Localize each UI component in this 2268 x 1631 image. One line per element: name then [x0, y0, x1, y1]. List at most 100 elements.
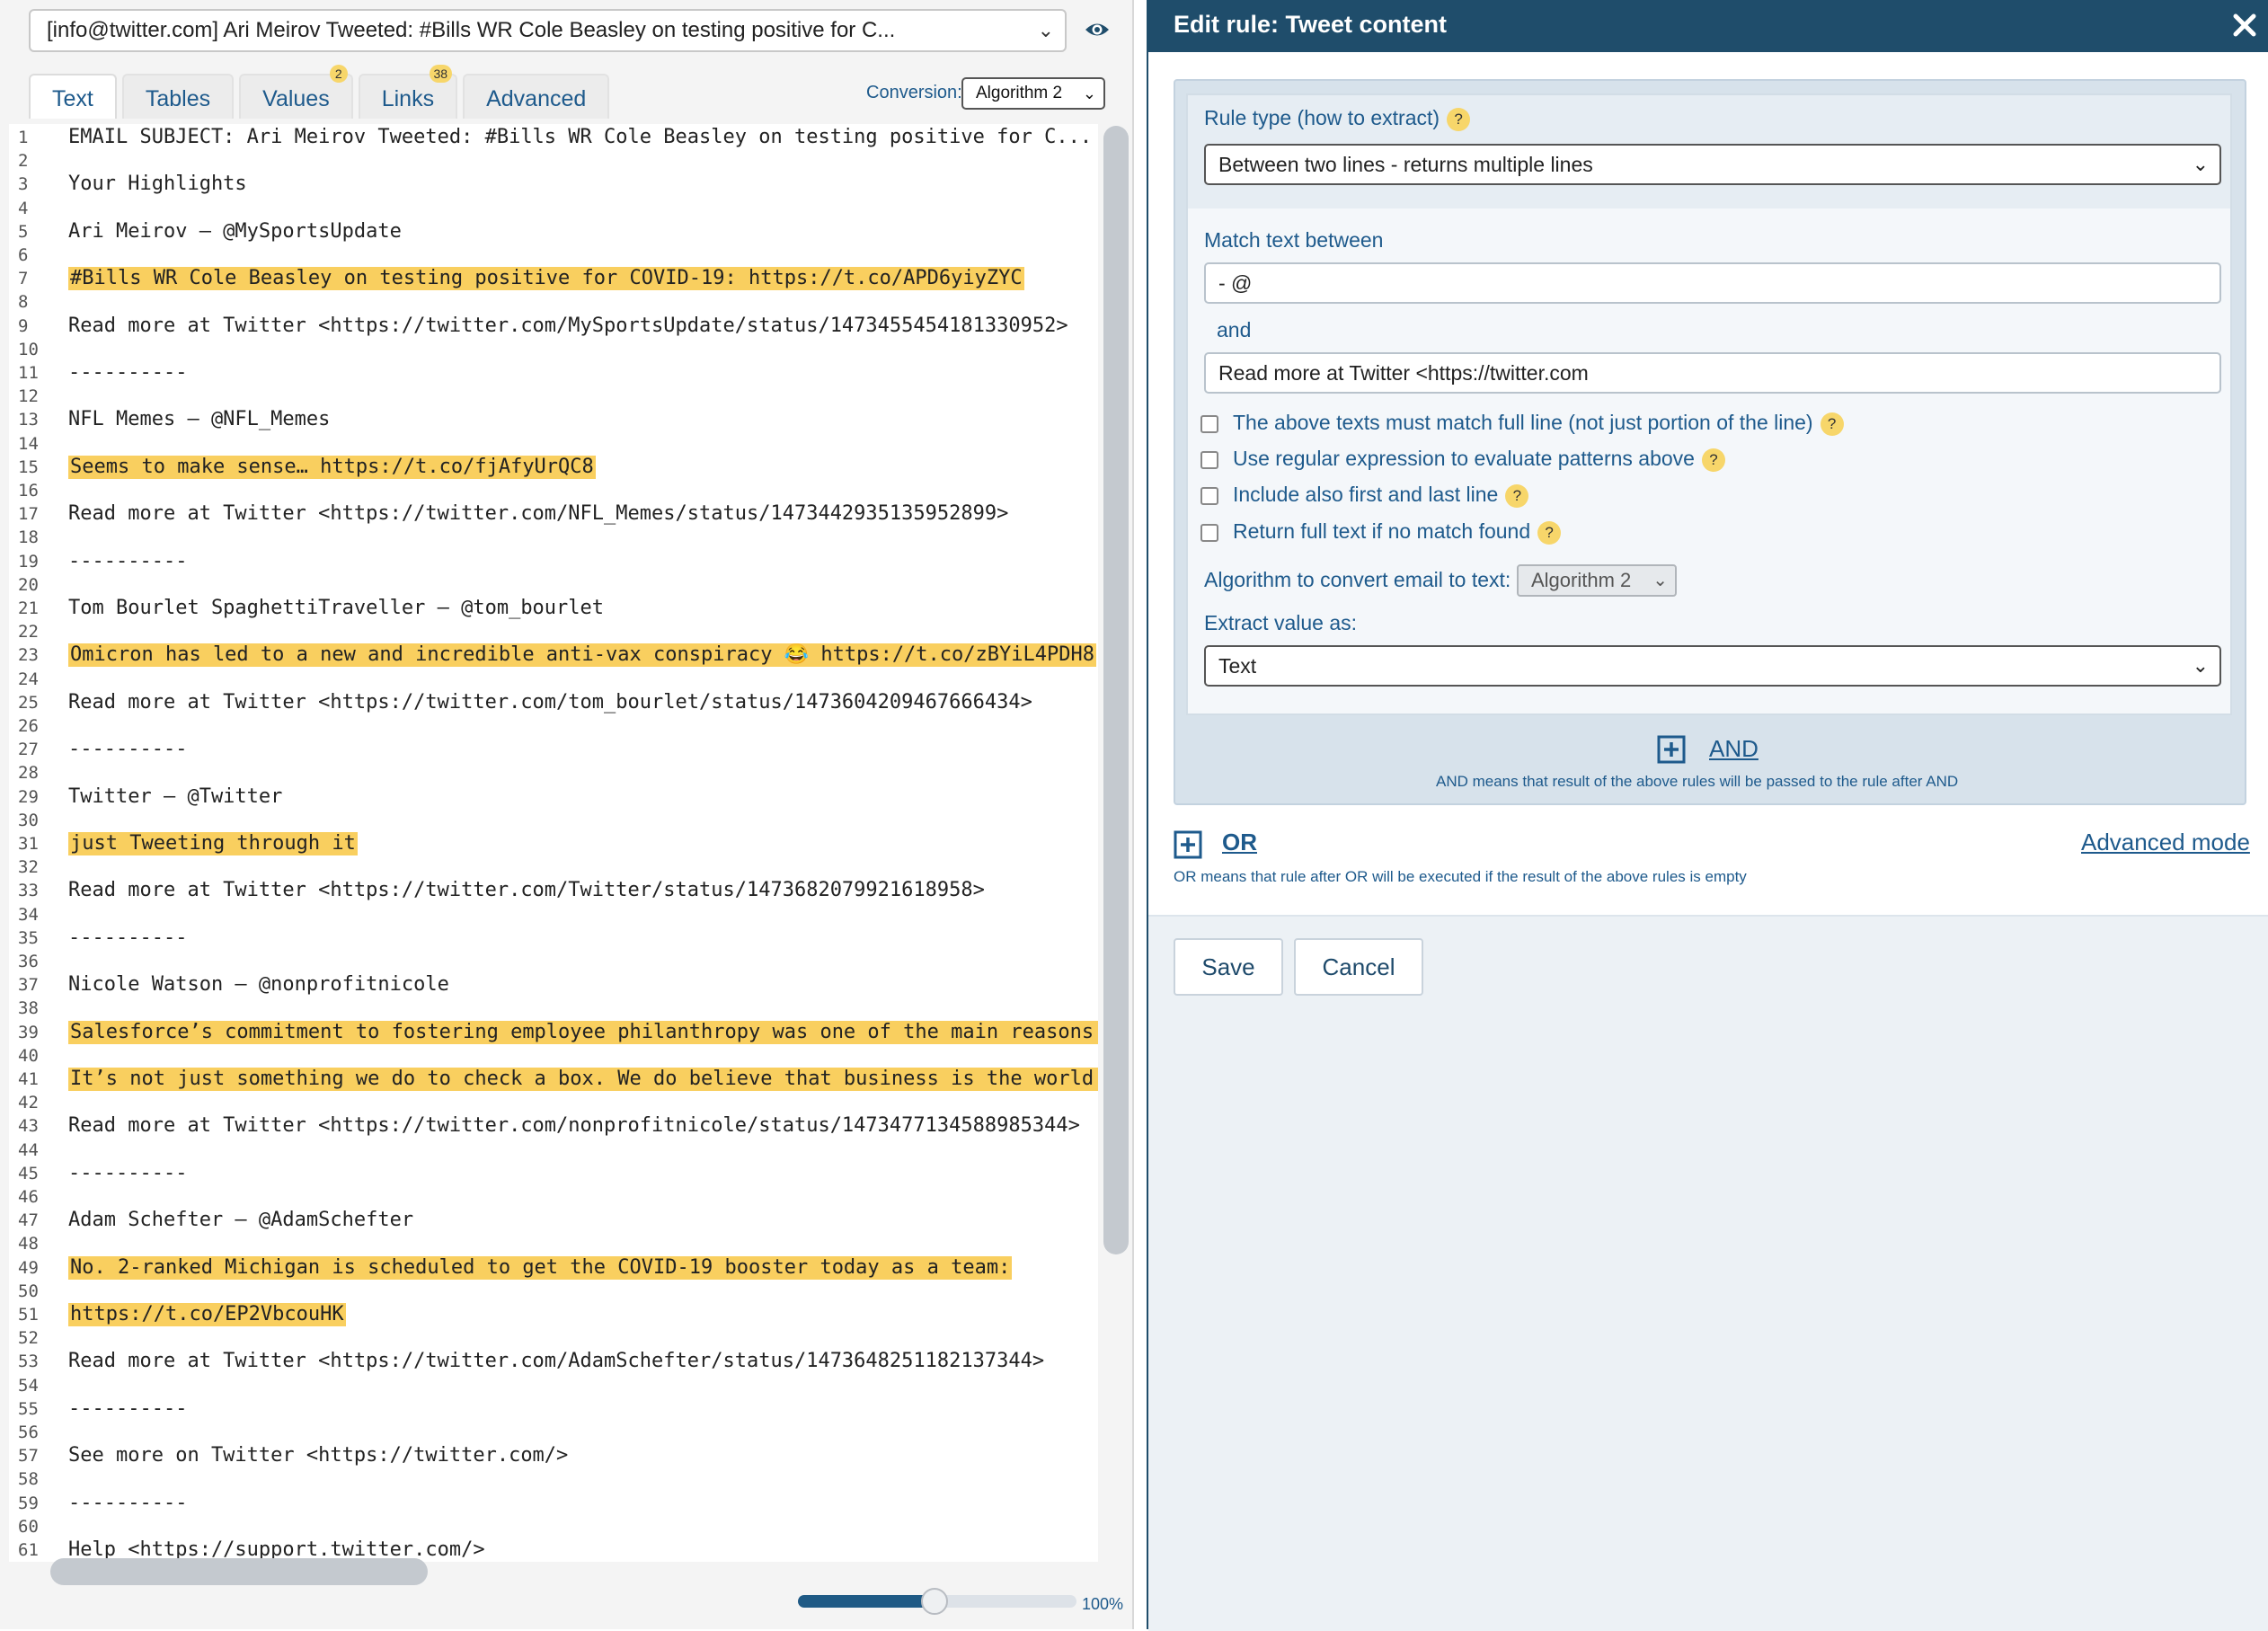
- conversion-select[interactable]: Algorithm 2 ⌄: [961, 77, 1105, 110]
- line-text: ----------: [68, 738, 188, 761]
- tab-label: Links: [381, 86, 435, 111]
- conversion-label: Conversion:: [866, 83, 962, 102]
- match-end-input[interactable]: Read more at Twitter <https://twitter.co…: [1204, 352, 2221, 394]
- zoom-slider-handle[interactable]: [921, 1588, 948, 1615]
- checkbox-label: The above texts must match full line (no…: [1233, 411, 1813, 434]
- line-number: 58: [18, 1469, 39, 1490]
- vertical-scroll-thumb[interactable]: [1103, 126, 1129, 1254]
- line-number: 41: [18, 1069, 39, 1089]
- tab-label: Advanced: [486, 86, 587, 111]
- line-number: 14: [18, 433, 39, 454]
- line-text: NFL Memes – @NFL_Memes: [68, 408, 331, 431]
- line-text: See more on Twitter <https://twitter.com…: [68, 1444, 569, 1467]
- line-text: Read more at Twitter <https://twitter.co…: [68, 314, 1068, 337]
- line-text: Read more at Twitter <https://twitter.co…: [68, 690, 1032, 714]
- line-number: 1: [18, 128, 29, 147]
- add-and-icon[interactable]: [1657, 735, 1686, 764]
- tab-tables[interactable]: Tables: [121, 74, 235, 119]
- tab-links[interactable]: Links 38: [358, 65, 458, 119]
- rule-type-select[interactable]: Between two lines - returns multiple lin…: [1204, 144, 2221, 185]
- line-number: 45: [18, 1163, 39, 1183]
- help-icon[interactable]: ?: [1505, 483, 1529, 508]
- horizontal-scroll-thumb[interactable]: [50, 1558, 428, 1585]
- tab-label: Text: [52, 86, 93, 111]
- checkbox-return-full-text[interactable]: Return full text if no match found?: [1200, 518, 1562, 545]
- tab-text[interactable]: Text: [29, 74, 117, 119]
- highlighted-line-text: It’s not just something we do to check a…: [68, 1068, 1098, 1091]
- help-icon[interactable]: ?: [1447, 107, 1471, 131]
- line-number: 12: [18, 386, 39, 407]
- help-icon[interactable]: ?: [1701, 448, 1725, 472]
- match-start-input[interactable]: - @: [1204, 262, 2221, 304]
- add-and-link[interactable]: AND: [1709, 735, 1759, 763]
- line-number: 39: [18, 1022, 39, 1042]
- conversion-select-value: Algorithm 2: [976, 84, 1063, 102]
- chevron-down-icon: ⌄: [1037, 19, 1054, 41]
- extract-select[interactable]: Text ⌄: [1204, 645, 2221, 687]
- line-text: Read more at Twitter <https://twitter.co…: [68, 502, 1009, 526]
- checkbox-label: Use regular expression to evaluate patte…: [1233, 447, 1695, 470]
- line-number: 13: [18, 410, 39, 430]
- line-number: 36: [18, 952, 39, 971]
- line-text: Read more at Twitter <https://twitter.co…: [68, 1350, 1045, 1373]
- match-label: Match text between: [1204, 228, 1384, 252]
- line-number: 31: [18, 834, 39, 854]
- line-text: Nicole Watson – @nonprofitnicole: [68, 973, 449, 997]
- edit-rule-panel: Edit rule: Tweet content Rule type (how …: [1147, 0, 2268, 1631]
- cancel-button[interactable]: Cancel: [1294, 938, 1423, 996]
- line-number: 23: [18, 645, 39, 666]
- rule-type-label: Rule type (how to extract)?: [1204, 106, 1471, 131]
- save-button[interactable]: Save: [1174, 938, 1283, 996]
- help-icon[interactable]: ?: [1537, 520, 1562, 545]
- match-start-value: - @: [1218, 271, 1253, 295]
- highlighted-line-text: just Tweeting through it: [68, 832, 358, 855]
- zoom-slider-fill: [798, 1595, 938, 1608]
- checkbox[interactable]: [1200, 523, 1218, 542]
- line-number: 21: [18, 598, 39, 618]
- checkbox-regex[interactable]: Use regular expression to evaluate patte…: [1200, 445, 1725, 472]
- advanced-mode-link[interactable]: Advanced mode: [2081, 829, 2250, 856]
- count-badge: 2: [329, 65, 348, 83]
- checkbox-include-first-last[interactable]: Include also first and last line?: [1200, 481, 1529, 508]
- checkbox[interactable]: [1200, 486, 1218, 505]
- algorithm-select[interactable]: Algorithm 2 ⌄: [1517, 564, 1677, 597]
- help-icon[interactable]: ?: [1820, 412, 1844, 436]
- checkbox[interactable]: [1200, 414, 1218, 433]
- tab-advanced[interactable]: Advanced: [463, 74, 610, 119]
- add-or-icon[interactable]: [1174, 830, 1202, 859]
- line-number: 28: [18, 763, 39, 784]
- line-number: 27: [18, 740, 39, 760]
- and-label: and: [1217, 318, 1252, 341]
- line-number: 30: [18, 810, 39, 830]
- chevron-down-icon: ⌄: [1652, 571, 1668, 590]
- line-number: 16: [18, 481, 39, 501]
- line-text: ----------: [68, 361, 188, 384]
- highlighted-line-text: Omicron has led to a new and incredible …: [68, 643, 1096, 668]
- close-icon[interactable]: [2230, 11, 2259, 40]
- line-number: 42: [18, 1093, 39, 1113]
- email-select[interactable]: [info@twitter.com] Ari Meirov Tweeted: #…: [29, 9, 1067, 52]
- line-text: ----------: [68, 1161, 188, 1184]
- add-or-link[interactable]: OR: [1222, 829, 1257, 856]
- checkbox-full-line[interactable]: The above texts must match full line (no…: [1200, 409, 1844, 436]
- line-number: 47: [18, 1210, 39, 1231]
- email-text-view: 1 EMAIL SUBJECT: Ari Meirov Tweeted: #Bil…: [9, 124, 1098, 1562]
- eye-icon[interactable]: [1084, 16, 1111, 43]
- line-number: 34: [18, 904, 39, 925]
- line-number: 2: [18, 151, 29, 172]
- line-number: 32: [18, 857, 39, 878]
- highlighted-line-text: #Bills WR Cole Beasley on testing positi…: [68, 267, 1024, 291]
- line-number: 15: [18, 457, 39, 477]
- algorithm-value: Algorithm 2: [1531, 569, 1632, 591]
- panel-header: Edit rule: Tweet content: [1148, 0, 2268, 52]
- zoom-label: 100%: [1082, 1595, 1124, 1613]
- chevron-down-icon: ⌄: [2192, 654, 2209, 677]
- line-number: 51: [18, 1305, 39, 1325]
- line-text: Ari Meirov – @MySportsUpdate: [68, 219, 402, 243]
- tab-values[interactable]: Values 2: [239, 65, 353, 119]
- and-note: AND means that result of the above rules…: [1436, 773, 1959, 790]
- line-text: Adam Schefter – @AdamSchefter: [68, 1209, 414, 1232]
- checkbox[interactable]: [1200, 450, 1218, 469]
- line-number: 60: [18, 1516, 39, 1537]
- rule-type-value: Between two lines - returns multiple lin…: [1218, 153, 1593, 176]
